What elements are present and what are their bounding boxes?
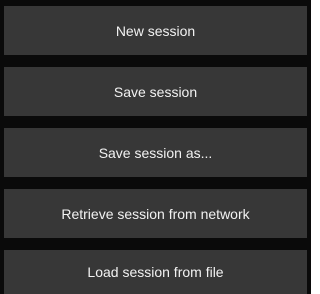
load-session-from-file-label: Load session from file	[87, 264, 224, 280]
new-session-label: New session	[115, 22, 196, 39]
save-session-as-button[interactable]: Save session as...	[4, 128, 307, 177]
save-session-as-label: Save session as...	[98, 144, 213, 161]
retrieve-session-from-network-label: Retrieve session from network	[61, 205, 250, 222]
new-session-button[interactable]: New session	[4, 6, 307, 55]
save-session-button[interactable]: Save session	[4, 67, 307, 116]
session-menu: New session Save session Save session as…	[0, 0, 311, 294]
save-session-label: Save session	[113, 83, 198, 100]
load-session-from-file-button[interactable]: Load session from file	[4, 250, 307, 294]
retrieve-session-from-network-button[interactable]: Retrieve session from network	[4, 189, 307, 238]
